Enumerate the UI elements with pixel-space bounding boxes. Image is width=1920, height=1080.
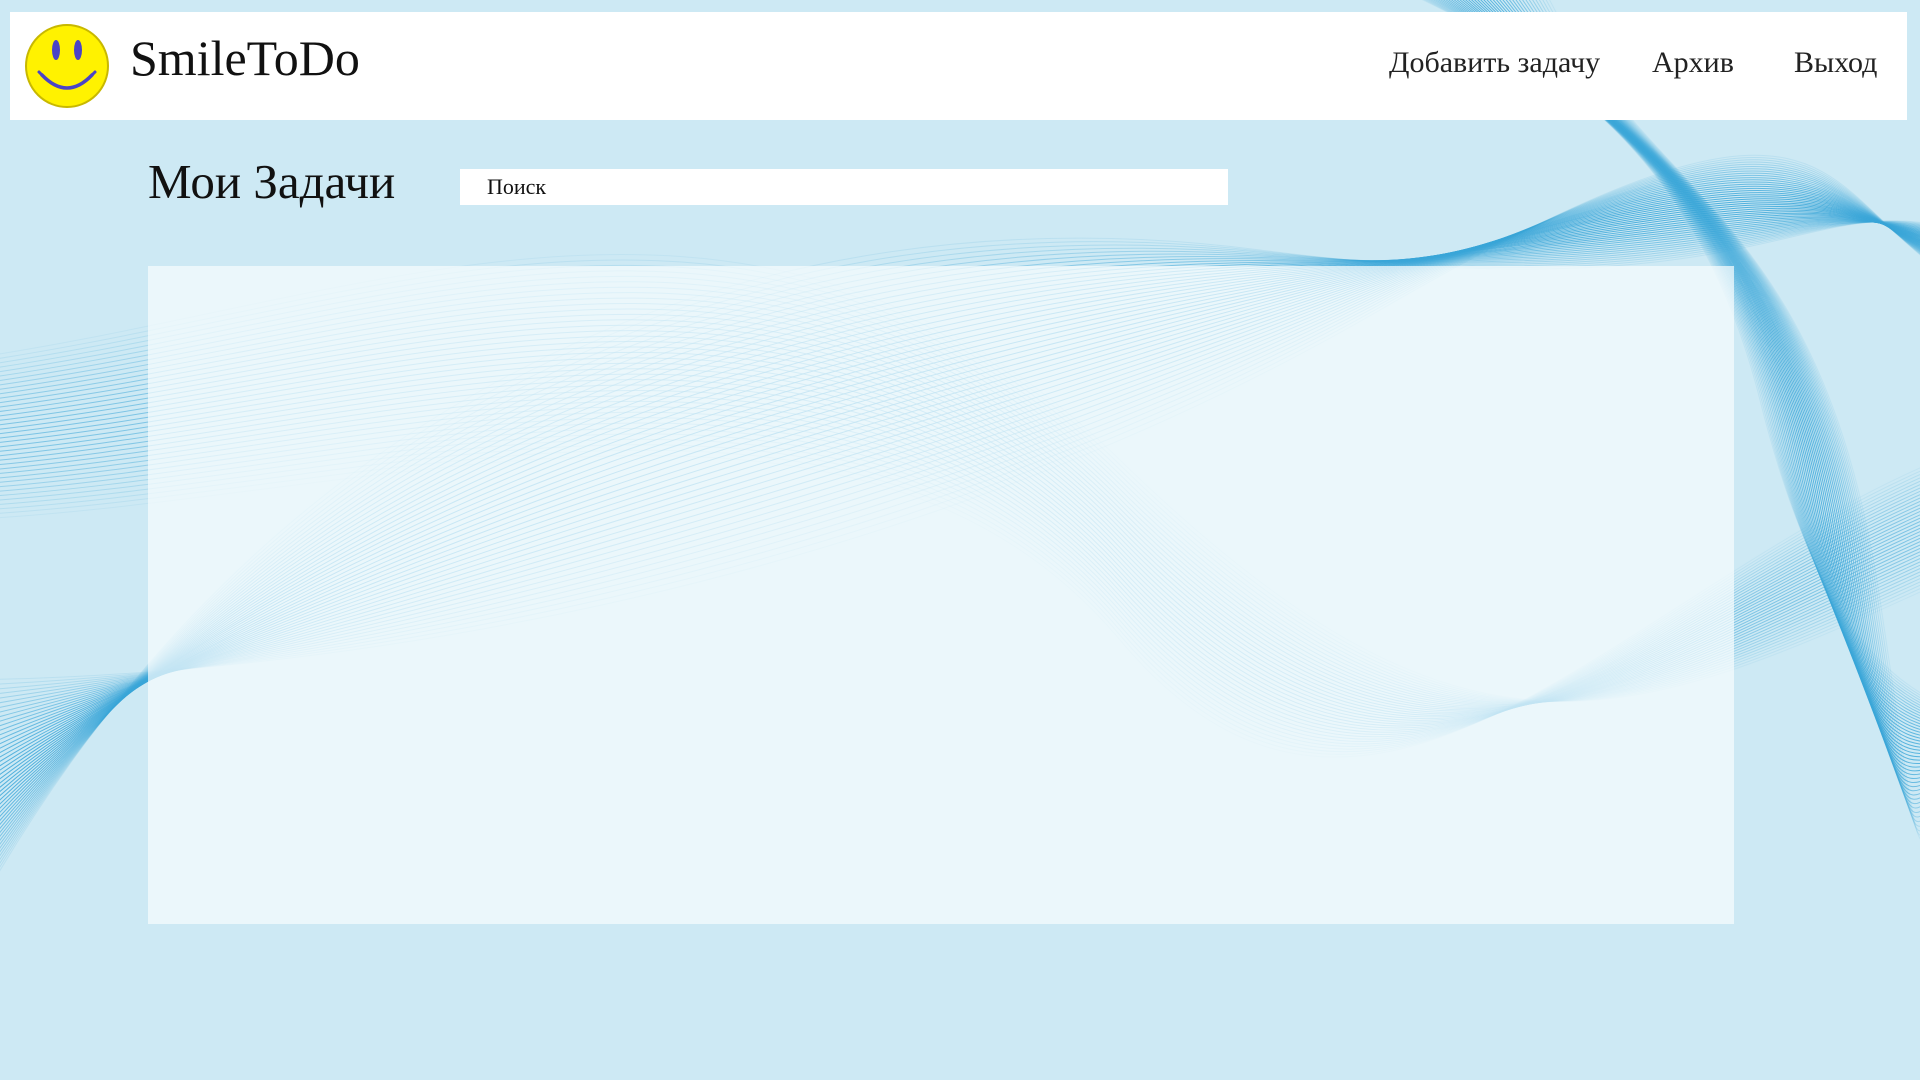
search-input[interactable] bbox=[460, 169, 1228, 205]
app-brand-title: SmileToDo bbox=[130, 30, 360, 86]
nav-exit-link[interactable]: Выход bbox=[1794, 45, 1877, 81]
nav-archive-link[interactable]: Архив bbox=[1652, 45, 1734, 81]
search-box[interactable] bbox=[460, 169, 1228, 205]
smiley-face-icon bbox=[25, 24, 109, 108]
top-header: SmileToDo Добавить задачу Архив Выход bbox=[10, 12, 1907, 120]
page-title: Мои Задачи bbox=[148, 154, 396, 209]
task-list-panel bbox=[148, 266, 1734, 924]
nav-add-task-link[interactable]: Добавить задачу bbox=[1389, 45, 1600, 81]
